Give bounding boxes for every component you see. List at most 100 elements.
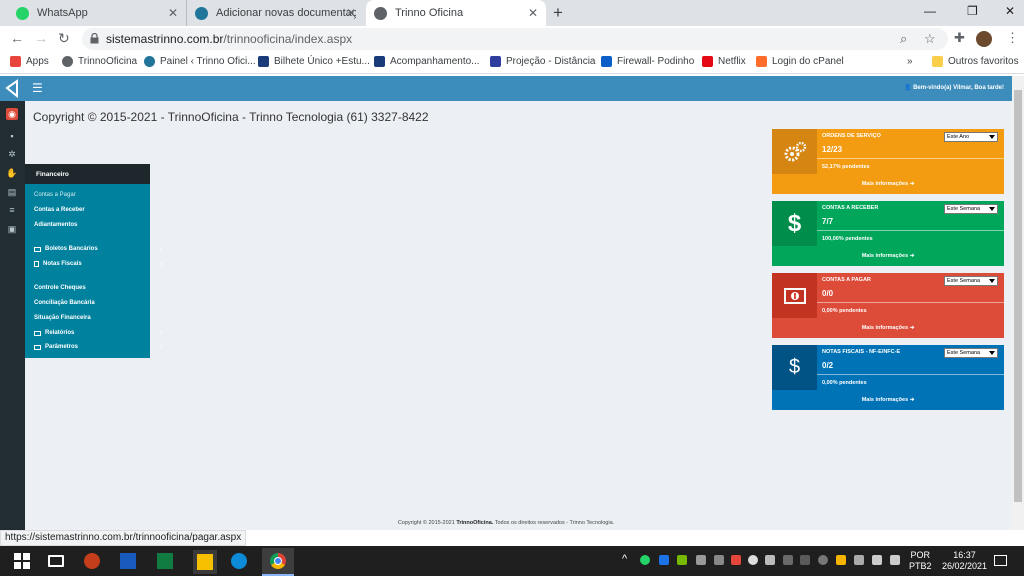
address-bar[interactable]: sistemastrinno.com.br/trinnooficina/inde… — [82, 28, 948, 50]
tab-wordpress[interactable]: Adicionar novas documentações ✕ — [186, 0, 364, 26]
menu-item-notas-fiscais[interactable]: Notas Fiscais — [34, 261, 82, 267]
scrollbar-thumb[interactable] — [1014, 90, 1022, 502]
zoom-icon[interactable]: ⌕ — [900, 31, 907, 47]
tab-trinno-oficina[interactable]: Trinno Oficina ✕ — [366, 0, 546, 26]
bookmark-painel[interactable]: Painel ‹ Trinno Ofici... — [144, 56, 256, 67]
menu-item-boletos-bancarios[interactable]: Boletos Bancários — [34, 246, 98, 252]
edge-icon[interactable] — [231, 553, 247, 569]
menu-item-situacao-financeira[interactable]: Situação Financeira — [34, 315, 91, 321]
close-window-button[interactable]: ✕ — [1005, 4, 1015, 18]
taskbar-clock[interactable]: 16:37 26/02/2021 — [942, 550, 987, 572]
site-icon — [490, 56, 501, 67]
skype-tray-icon[interactable] — [818, 555, 828, 565]
antivirus-tray-icon[interactable] — [731, 555, 741, 565]
wordpress-icon — [195, 6, 208, 20]
volume-icon[interactable] — [890, 555, 900, 565]
main-sidebar: ◉ ▪ ✲ ✋ ▤ ≡ ▣ — [0, 76, 25, 530]
sidebar-toggle-button[interactable]: ☰ — [32, 81, 43, 95]
dashboard-icon[interactable]: ▪ — [6, 130, 18, 142]
menu-item-contas-a-pagar[interactable]: Contas a Pagar — [34, 192, 76, 198]
close-tab-icon[interactable]: ✕ — [346, 6, 356, 20]
back-button[interactable]: ← — [10, 30, 24, 46]
logo[interactable] — [0, 76, 25, 101]
card-body: CONTAS A RECEBER Este Semana 7/7 100,00%… — [817, 201, 1004, 246]
other-favorites-folder[interactable]: Outros favoritos — [932, 56, 1019, 67]
language-indicator[interactable]: POR PTB2 — [909, 550, 932, 572]
card-value: 12/23 — [822, 145, 843, 154]
menu-item-parametros[interactable]: Parâmetros — [34, 344, 78, 350]
bookmark-cpanel[interactable]: Login do cPanel — [756, 56, 844, 67]
cloud-tray-icon[interactable] — [748, 555, 758, 565]
wordpress-icon — [144, 56, 155, 67]
keyboard-tray-icon[interactable] — [800, 555, 810, 565]
excel-icon[interactable] — [157, 553, 173, 569]
bookmark-trinnooficina[interactable]: TrinnoOficina — [62, 56, 137, 67]
cloud-upload-tray-icon[interactable] — [765, 555, 775, 565]
more-menu-icon[interactable]: ⋮ — [1006, 30, 1019, 46]
tab-whatsapp[interactable]: WhatsApp ✕ — [8, 0, 186, 26]
bookmark-star-icon[interactable]: ☆ — [924, 31, 936, 47]
list-icon[interactable]: ≡ — [6, 204, 18, 216]
menu-item-relatorios[interactable]: Relatórios — [34, 330, 74, 336]
more-info-link[interactable]: Mais informações ➔ — [772, 174, 1004, 194]
tab-title: Trinno Oficina — [395, 7, 464, 19]
finance-icon[interactable]: ✋ — [6, 167, 18, 179]
menu-item-adiantamentos[interactable]: Adiantamentos — [34, 222, 77, 228]
user-avatar-icon[interactable]: ◉ — [6, 108, 18, 120]
bookmark-apps[interactable]: Apps — [10, 56, 49, 67]
file-explorer-icon[interactable] — [48, 555, 64, 567]
security-tray-icon[interactable] — [714, 555, 724, 565]
extensions-icon[interactable]: ✚ — [954, 30, 965, 46]
more-info-link[interactable]: Mais informações ➔ — [772, 390, 1004, 410]
netflix-icon — [702, 56, 713, 67]
new-tab-button[interactable]: + — [553, 3, 563, 23]
notifications-icon[interactable] — [994, 555, 1007, 566]
windows-start-icon[interactable] — [14, 553, 30, 569]
document-icon[interactable]: ▣ — [6, 223, 18, 235]
nvidia-tray-icon[interactable] — [677, 555, 687, 565]
period-select[interactable]: Este Semana — [944, 204, 998, 214]
menu-item-contas-a-receber[interactable]: Contas a Receber — [34, 207, 85, 213]
chrome-taskbar-button[interactable] — [262, 548, 294, 576]
more-info-link[interactable]: Mais informações ➔ — [772, 246, 1004, 266]
bookmark-acompanhamento[interactable]: Acompanhamento... — [374, 56, 480, 67]
word-icon[interactable] — [120, 553, 136, 569]
whatsapp-tray-icon[interactable] — [640, 555, 650, 565]
bookmark-netflix[interactable]: Netflix — [702, 56, 746, 67]
card-percent: 52,17% pendentes — [822, 164, 870, 170]
vertical-scrollbar[interactable] — [1012, 76, 1024, 530]
restore-button[interactable]: ❐ — [967, 4, 978, 18]
sticky-notes-taskbar-button[interactable] — [193, 550, 217, 574]
bookmark-firewall[interactable]: Firewall- Podinho — [601, 56, 694, 67]
lock-icon — [90, 33, 99, 44]
gears-icon[interactable]: ✲ — [6, 148, 18, 160]
other-favorites-label: Outros favoritos — [948, 56, 1019, 67]
profile-avatar[interactable] — [976, 31, 992, 47]
bookmark-projecao[interactable]: Projeção - Distância — [490, 56, 595, 67]
close-tab-icon[interactable]: ✕ — [528, 6, 538, 20]
bookmark-bilhete-unico[interactable]: Bilhete Único +Estu... — [258, 56, 370, 67]
device-tray-icon[interactable] — [696, 555, 706, 565]
print-icon[interactable]: ▤ — [6, 186, 18, 198]
close-tab-icon[interactable]: ✕ — [168, 6, 178, 20]
more-bookmarks-button[interactable]: » — [907, 56, 913, 67]
more-info-link[interactable]: Mais informações ➔ — [772, 318, 1004, 338]
drive-tray-icon[interactable] — [659, 555, 669, 565]
powerpoint-icon[interactable] — [84, 553, 100, 569]
period-select[interactable]: Este Semana — [944, 348, 998, 358]
period-select[interactable]: Este Ano — [944, 132, 998, 142]
chevron-up-icon[interactable]: ^ — [622, 553, 627, 565]
display-tray-icon[interactable] — [854, 555, 864, 565]
progress-divider — [817, 158, 1004, 159]
network-tray-icon[interactable] — [783, 555, 793, 565]
menu-item-conciliacao-bancaria[interactable]: Conciliação Bancária — [34, 300, 95, 306]
bookmark-label: TrinnoOficina — [78, 56, 138, 67]
forward-button[interactable]: → — [34, 30, 48, 46]
reload-button[interactable]: ↻ — [58, 30, 70, 47]
menu-item-controle-cheques[interactable]: Controle Cheques — [34, 285, 86, 291]
dollar-icon: $ — [772, 345, 817, 390]
period-select[interactable]: Este Semana — [944, 276, 998, 286]
wifi-icon[interactable] — [872, 555, 882, 565]
minimize-button[interactable]: — — [924, 4, 936, 18]
notes-tray-icon[interactable] — [836, 555, 846, 565]
